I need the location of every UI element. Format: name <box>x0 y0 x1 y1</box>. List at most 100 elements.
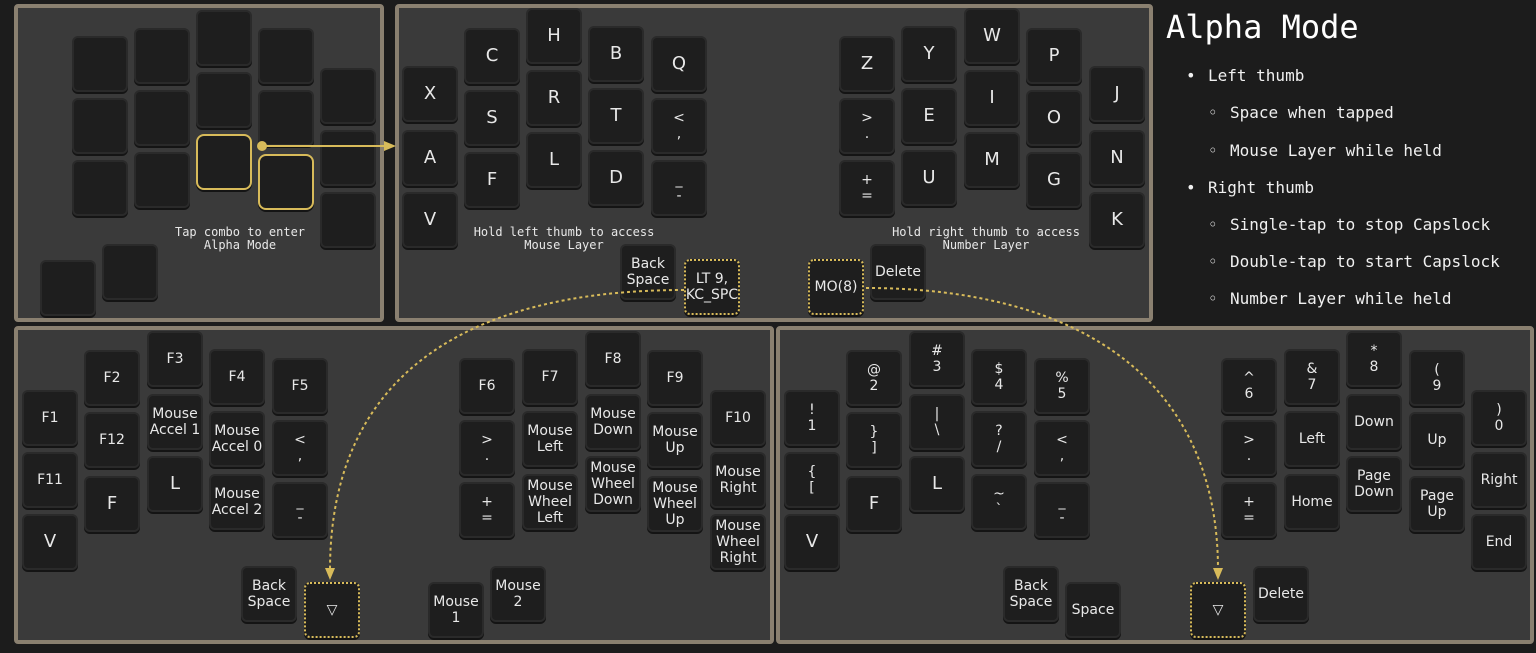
key: Y <box>901 26 957 82</box>
key: Mouse Wheel Left <box>522 474 578 530</box>
key: Mouse Up <box>647 412 703 468</box>
legend-subitem: ◦ Mouse Layer while held <box>1208 141 1442 160</box>
key: Mouse Accel 1 <box>147 394 203 450</box>
key: U <box>901 150 957 206</box>
key: | \ <box>909 394 965 450</box>
combo-caption: Tap combo to enter Alpha Mode <box>174 225 306 252</box>
key: Page Up <box>1409 476 1465 532</box>
backspace-key: Back Space <box>241 566 297 622</box>
key: L <box>526 132 582 188</box>
key: Mouse Right <box>710 452 766 508</box>
key: Mouse Accel 2 <box>209 474 265 530</box>
key: Mouse Left <box>522 411 578 467</box>
key: F12 <box>84 412 140 468</box>
key: E <box>901 88 957 144</box>
key: End <box>1471 514 1527 570</box>
key: > . <box>459 420 515 476</box>
key: F8 <box>585 331 641 387</box>
key <box>258 90 314 146</box>
key: + = <box>1221 482 1277 538</box>
page-title: Alpha Mode <box>1166 8 1359 46</box>
key: F <box>84 476 140 532</box>
key: & 7 <box>1284 349 1340 405</box>
key: } ] <box>846 412 902 468</box>
space-key: Space <box>1065 582 1121 638</box>
key: Mouse 1 <box>428 582 484 638</box>
key: F1 <box>22 390 78 446</box>
key: D <box>588 150 644 206</box>
key: ? / <box>971 411 1027 467</box>
key: V <box>402 192 458 248</box>
key <box>102 244 158 300</box>
key: O <box>1026 90 1082 146</box>
key: N <box>1089 130 1145 186</box>
key: > . <box>1221 420 1277 476</box>
legend: Alpha Mode • Left thumb ◦ Space when tappe… <box>1158 0 1536 325</box>
key: + = <box>459 482 515 538</box>
key: _ - <box>651 160 707 216</box>
key: Mouse Wheel Down <box>585 456 641 512</box>
legend-subitem: ◦ Double-tap to start Capslock <box>1208 252 1500 271</box>
combo-key-right <box>258 154 314 210</box>
key: Home <box>1284 474 1340 530</box>
key: Mouse Accel 0 <box>209 411 265 467</box>
key: P <box>1026 28 1082 84</box>
key: ^ 6 <box>1221 358 1277 414</box>
key: W <box>964 8 1020 64</box>
key: A <box>402 130 458 186</box>
hold-left-caption: Hold left thumb to access Mouse Layer <box>473 225 655 252</box>
key: F7 <box>522 349 578 405</box>
key <box>134 90 190 146</box>
legend-subitem: ◦ Space when tapped <box>1208 103 1394 122</box>
backspace-key: Back Space <box>1003 566 1059 622</box>
key: Right <box>1471 452 1527 508</box>
key <box>258 28 314 84</box>
key: < , <box>651 98 707 154</box>
key: H <box>526 8 582 64</box>
key <box>72 160 128 216</box>
backspace-key: Back Space <box>620 244 676 300</box>
key: Mouse Down <box>585 394 641 450</box>
key: ( 9 <box>1409 350 1465 406</box>
key: J <box>1089 66 1145 122</box>
key: Mouse Wheel Right <box>710 514 766 570</box>
key <box>196 72 252 128</box>
key: { [ <box>784 452 840 508</box>
key: G <box>1026 152 1082 208</box>
key <box>196 10 252 66</box>
delete-key: Delete <box>1253 566 1309 622</box>
key: R <box>526 70 582 126</box>
legend-item: • Right thumb <box>1186 178 1314 197</box>
key: B <box>588 26 644 82</box>
key: @ 2 <box>846 350 902 406</box>
key: M <box>964 132 1020 188</box>
key: L <box>147 456 203 512</box>
key <box>134 152 190 208</box>
left-thumb-key: LT 9, KC_SPC <box>684 259 740 315</box>
key: Page Down <box>1346 456 1402 512</box>
key: F6 <box>459 358 515 414</box>
key: L <box>909 456 965 512</box>
key: C <box>464 28 520 84</box>
held-thumb-key: ▽ <box>1190 582 1246 638</box>
key: Mouse 2 <box>490 566 546 622</box>
key: F9 <box>647 350 703 406</box>
key: * 8 <box>1346 331 1402 387</box>
right-thumb-key: MO(8) <box>808 259 864 315</box>
key: F2 <box>84 350 140 406</box>
key: # 3 <box>909 331 965 387</box>
key: F5 <box>272 358 328 414</box>
key: Mouse Wheel Up <box>647 476 703 532</box>
key: T <box>588 88 644 144</box>
key: F <box>846 476 902 532</box>
key: < , <box>1034 420 1090 476</box>
key <box>320 68 376 124</box>
held-thumb-key: ▽ <box>304 582 360 638</box>
key: V <box>784 514 840 570</box>
key: + = <box>839 160 895 216</box>
key: F3 <box>147 331 203 387</box>
key: F4 <box>209 349 265 405</box>
key <box>72 98 128 154</box>
key: $ 4 <box>971 349 1027 405</box>
key: F <box>464 152 520 208</box>
